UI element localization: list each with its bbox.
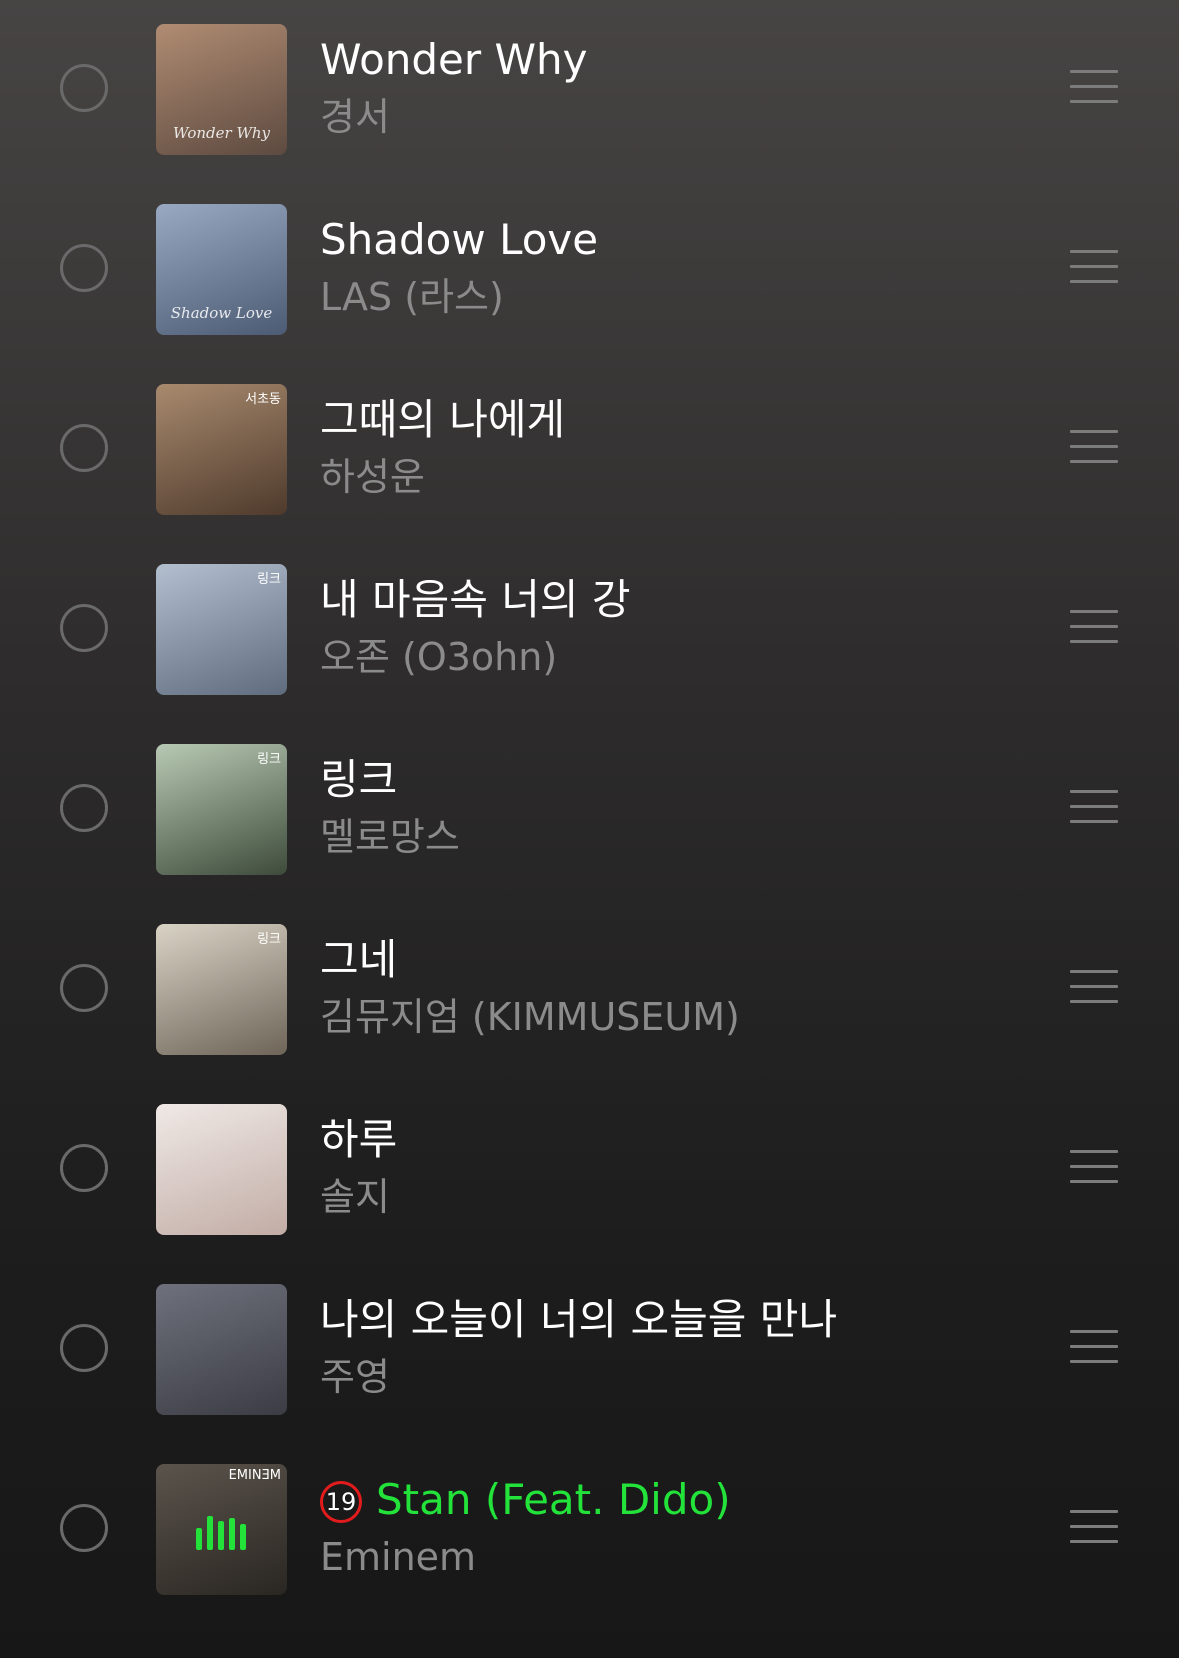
cover-badge: 링크 bbox=[257, 752, 281, 767]
album-cover[interactable]: 링크 bbox=[156, 564, 287, 695]
track-title[interactable]: 나의 오늘이 너의 오늘을 만나 bbox=[320, 1292, 837, 1348]
drag-handle-icon[interactable] bbox=[1070, 790, 1118, 824]
track-title-text: 내 마음속 너의 강 bbox=[320, 575, 631, 624]
drag-handle-icon[interactable] bbox=[1070, 1150, 1118, 1184]
track-row[interactable]: 링크 링크 멜로망스 bbox=[0, 720, 1179, 900]
cover-badge: EMINƎM bbox=[228, 1468, 281, 1483]
equalizer-bar bbox=[207, 1516, 213, 1550]
select-circle-icon[interactable] bbox=[60, 784, 108, 832]
track-row[interactable]: 하루 솔지 bbox=[0, 1080, 1179, 1260]
cover-badge: 링크 bbox=[257, 932, 281, 947]
track-title[interactable]: 그네 bbox=[320, 932, 397, 988]
drag-handle-icon[interactable] bbox=[1070, 1510, 1118, 1544]
track-row[interactable]: 서초동 그때의 나에게 하성운 bbox=[0, 360, 1179, 540]
cover-badge: 서초동 bbox=[245, 392, 281, 407]
explicit-badge: 19 bbox=[320, 1481, 362, 1523]
select-circle-icon[interactable] bbox=[60, 1504, 108, 1552]
drag-handle-icon[interactable] bbox=[1070, 250, 1118, 284]
track-artist[interactable]: 오존 (O3ohn) bbox=[320, 632, 557, 682]
drag-handle-icon[interactable] bbox=[1070, 1330, 1118, 1364]
equalizer-bar bbox=[218, 1521, 224, 1550]
track-title-text: 그네 bbox=[320, 935, 398, 984]
cover-caption: Wonder Why bbox=[172, 124, 271, 142]
track-row[interactable]: Wonder Why Wonder Why 경서 bbox=[0, 0, 1179, 180]
track-artist[interactable]: 하성운 bbox=[320, 452, 425, 502]
track-artist[interactable]: 김뮤지엄 (KIMMUSEUM) bbox=[320, 992, 740, 1042]
track-row[interactable]: 링크 내 마음속 너의 강 오존 (O3ohn) bbox=[0, 540, 1179, 720]
track-title[interactable]: Wonder Why bbox=[320, 32, 588, 88]
select-circle-icon[interactable] bbox=[60, 1144, 108, 1192]
select-circle-icon[interactable] bbox=[60, 604, 108, 652]
track-title[interactable]: 내 마음속 너의 강 bbox=[320, 572, 631, 628]
album-cover[interactable]: 링크 bbox=[156, 744, 287, 875]
track-row[interactable]: 링크 그네 김뮤지엄 (KIMMUSEUM) bbox=[0, 900, 1179, 1080]
drag-handle-icon[interactable] bbox=[1070, 70, 1118, 104]
track-title-text: 나의 오늘이 너의 오늘을 만나 bbox=[320, 1295, 838, 1344]
track-title-text: Wonder Why bbox=[320, 35, 588, 84]
album-cover[interactable] bbox=[156, 1284, 287, 1415]
track-row[interactable]: EMINƎM 19 Stan (Feat. Dido) Eminem bbox=[0, 1440, 1179, 1620]
album-cover[interactable] bbox=[156, 1104, 287, 1235]
album-cover[interactable]: EMINƎM bbox=[156, 1464, 287, 1595]
drag-handle-icon[interactable] bbox=[1070, 970, 1118, 1004]
equalizer-bar bbox=[229, 1518, 235, 1550]
track-title[interactable]: 링크 bbox=[320, 752, 397, 808]
select-circle-icon[interactable] bbox=[60, 244, 108, 292]
track-title[interactable]: 그때의 나에게 bbox=[320, 392, 565, 448]
select-circle-icon[interactable] bbox=[60, 424, 108, 472]
track-title-text: Shadow Love bbox=[320, 215, 599, 264]
track-title-text: 링크 bbox=[320, 755, 398, 804]
track-artist[interactable]: 솔지 bbox=[320, 1172, 390, 1222]
track-artist[interactable]: 멜로망스 bbox=[320, 812, 460, 862]
album-cover[interactable]: Shadow Love bbox=[156, 204, 287, 335]
track-title-text: Stan (Feat. Dido) bbox=[376, 1475, 731, 1524]
track-title-text: 그때의 나에게 bbox=[320, 395, 566, 444]
album-cover[interactable]: Wonder Why bbox=[156, 24, 287, 155]
track-row[interactable]: 나의 오늘이 너의 오늘을 만나 주영 bbox=[0, 1260, 1179, 1440]
track-title[interactable]: 19 Stan (Feat. Dido) bbox=[320, 1472, 731, 1528]
select-circle-icon[interactable] bbox=[60, 64, 108, 112]
select-circle-icon[interactable] bbox=[60, 1324, 108, 1372]
track-title[interactable]: 하루 bbox=[320, 1112, 397, 1168]
track-title[interactable]: Shadow Love bbox=[320, 212, 598, 268]
track-artist[interactable]: 경서 bbox=[320, 92, 390, 142]
album-cover[interactable]: 서초동 bbox=[156, 384, 287, 515]
track-artist[interactable]: Eminem bbox=[320, 1532, 476, 1582]
equalizer-bar bbox=[196, 1528, 202, 1550]
equalizer-icon bbox=[196, 1516, 248, 1550]
album-cover[interactable]: 링크 bbox=[156, 924, 287, 1055]
track-artist[interactable]: 주영 bbox=[320, 1352, 390, 1402]
equalizer-bar bbox=[240, 1524, 246, 1550]
drag-handle-icon[interactable] bbox=[1070, 430, 1118, 464]
cover-badge: 링크 bbox=[257, 572, 281, 587]
cover-caption: Shadow Love bbox=[170, 304, 273, 322]
track-row[interactable]: Shadow Love Shadow Love LAS (라스) bbox=[0, 180, 1179, 360]
track-artist[interactable]: LAS (라스) bbox=[320, 272, 504, 322]
track-title-text: 하루 bbox=[320, 1115, 398, 1164]
drag-handle-icon[interactable] bbox=[1070, 610, 1118, 644]
select-circle-icon[interactable] bbox=[60, 964, 108, 1012]
